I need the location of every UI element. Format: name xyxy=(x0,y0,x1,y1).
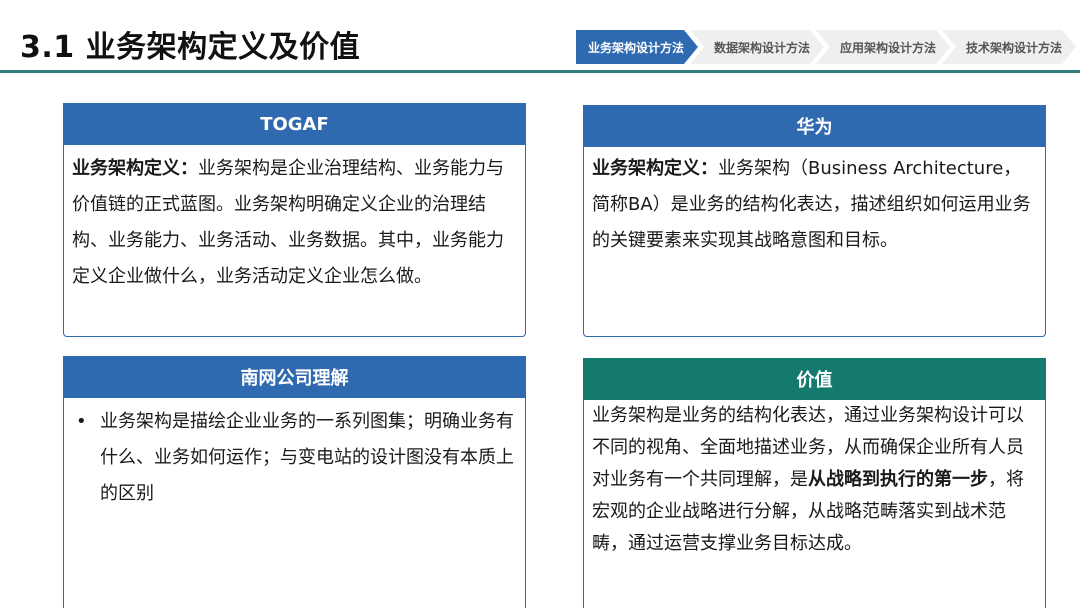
value-panel: 价值 业务架构是业务的结构化表达，通过业务架构设计可以不同的视角、全面地描述业务… xyxy=(583,358,1046,608)
nanwang-panel-title: 南网公司理解 xyxy=(63,356,526,398)
huawei-panel-body: 业务架构定义：业务架构（Business Architecture，简称BA）是… xyxy=(583,147,1046,337)
method-steps: 业务架构设计方法 数据架构设计方法 应用架构设计方法 技术架构设计方法 xyxy=(576,30,1076,64)
togaf-term: 业务架构定义： xyxy=(72,158,198,179)
step-data-architecture[interactable]: 数据架构设计方法 xyxy=(690,30,824,64)
huawei-panel-title: 华为 xyxy=(583,105,1046,147)
step-application-architecture[interactable]: 应用架构设计方法 xyxy=(816,30,950,64)
list-item: • 业务架构是描绘企业业务的一系列图集；明确业务有什么、业务如何运作；与变电站的… xyxy=(74,404,517,512)
nanwang-panel-body: • 业务架构是描绘企业业务的一系列图集；明确业务有什么、业务如何运作；与变电站的… xyxy=(63,398,526,608)
step-technology-architecture[interactable]: 技术架构设计方法 xyxy=(942,30,1076,64)
nanwang-item-text: 业务架构是描绘企业业务的一系列图集；明确业务有什么、业务如何运作；与变电站的设计… xyxy=(100,411,514,504)
title-divider xyxy=(0,70,1080,73)
nanwang-bullet-list: • 业务架构是描绘企业业务的一系列图集；明确业务有什么、业务如何运作；与变电站的… xyxy=(74,404,517,512)
value-panel-body: 业务架构是业务的结构化表达，通过业务架构设计可以不同的视角、全面地描述业务，从而… xyxy=(583,400,1046,608)
page-title: 3.1 业务架构定义及价值 xyxy=(20,30,361,65)
huawei-term: 业务架构定义： xyxy=(592,158,718,179)
value-text-emphasis: 从战略到执行的第一步 xyxy=(808,469,988,490)
togaf-panel-body: 业务架构定义：业务架构是企业治理结构、业务能力与价值链的正式蓝图。业务架构明确定… xyxy=(63,145,526,337)
togaf-panel: TOGAF 业务架构定义：业务架构是企业治理结构、业务能力与价值链的正式蓝图。业… xyxy=(63,103,526,337)
nanwang-panel: 南网公司理解 • 业务架构是描绘企业业务的一系列图集；明确业务有什么、业务如何运… xyxy=(63,356,526,608)
bullet-icon: • xyxy=(76,411,87,432)
togaf-panel-title: TOGAF xyxy=(63,103,526,145)
huawei-panel: 华为 业务架构定义：业务架构（Business Architecture，简称B… xyxy=(583,105,1046,337)
step-business-architecture[interactable]: 业务架构设计方法 xyxy=(576,30,698,64)
value-panel-title: 价值 xyxy=(583,358,1046,400)
